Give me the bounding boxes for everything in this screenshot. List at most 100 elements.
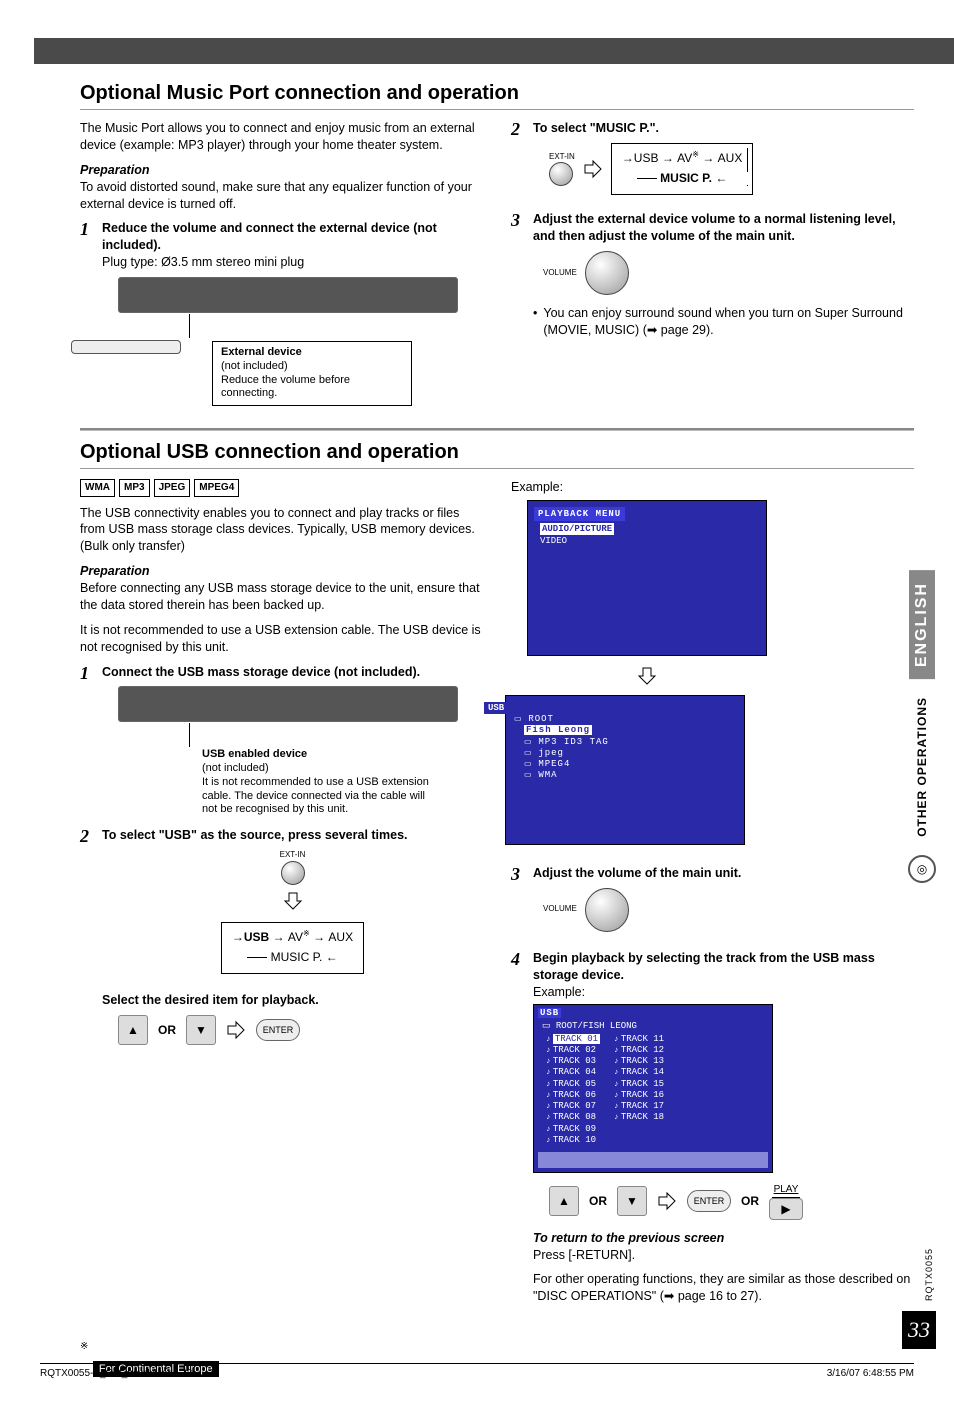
step-body: To select "USB" as the source, press sev… [102,827,483,1053]
preparation-block: Preparation To avoid distorted sound, ma… [80,162,483,213]
play-label: PLAY [772,1183,801,1198]
enter-button-icon: ENTER [256,1019,300,1041]
screen-tree: ROOT Fish Leong MP3 ID3 TAG jpeg MPEG4 W… [512,714,738,782]
ext-in-button-icon [549,162,573,186]
or-text: OR [158,1022,176,1038]
volume-label: VOLUME [543,904,577,915]
bullet-text: You can enjoy surround sound when you tu… [543,305,914,339]
volume-row: VOLUME [543,888,914,932]
return-title: To return to the previous screen [533,1231,724,1245]
ext-in-vertical: EXT-IN →USB → AV※ → AUX [102,850,483,974]
external-device-callout: External device (not included) Reduce th… [212,341,412,406]
volume-knob-icon [585,888,629,932]
track-item: TRACK 06 [546,1090,600,1101]
section1-columns: The Music Port allows you to connect and… [80,120,914,414]
s2-step2: 2 To select "USB" as the source, press s… [80,827,483,1053]
footer-right: 3/16/07 6:48:55 PM [827,1368,914,1379]
step-number: 3 [511,211,525,339]
volume-row: VOLUME [543,251,914,295]
footnote-sup: ※ [692,150,699,159]
step-body: Connect the USB mass storage device (not… [102,664,483,820]
badge-wma: WMA [80,479,115,497]
callout-l2: Reduce the volume before connecting. [221,374,403,402]
nav-play-row: ▲ OR ▼ ENTER OR PLAY ▶ [549,1183,914,1220]
footer-left: RQTX0055-B_Out_new14.indd 33 [40,1368,192,1379]
nav-enter-row: ▲ OR ▼ ENTER [118,1015,483,1045]
callout-l1: (not included) [221,360,403,374]
step-body: Adjust the external device volume to a n… [533,211,914,339]
section2-left-col: WMA MP3 JPEG MPEG4 The USB connectivity … [80,479,483,1321]
section1-left-col: The Music Port allows you to connect and… [80,120,483,414]
s2-step4: 4 Begin playback by selecting the track … [511,950,914,1313]
track-item: TRACK 08 [546,1112,600,1123]
or-text: OR [741,1193,759,1209]
header-bar [34,38,954,64]
track-item: TRACK 18 [614,1112,664,1123]
selected-track: TRACK 01 [553,1034,600,1044]
s1-step1: 1 Reduce the volume and connect the exte… [80,220,483,406]
footnote-sup: ※ [303,929,310,938]
prep-text1: Before connecting any USB mass storage d… [80,581,480,612]
track-item: TRACK 09 [546,1124,600,1135]
track-item: TRACK 16 [614,1090,664,1101]
track-item: TRACK 14 [614,1067,664,1078]
cycle-usb: USB [634,151,659,165]
playback-menu-screen: PLAYBACK MENU AUDIO/PICTURE VIDEO [527,500,767,656]
screen-body: AUDIO/PICTURE VIDEO [534,523,760,633]
selected-folder: Fish Leong [524,725,592,735]
cycle2-music: MUSIC P. [271,950,323,964]
callout-title: External device [221,346,403,360]
tree-item: WMA [514,770,738,781]
ext-in-label: EXT-IN [549,152,575,163]
usb-tree-screen: USB ROOT Fish Leong MP3 ID3 TAG jpeg MPE… [505,695,745,845]
play-button-icon: ▶ [769,1198,803,1220]
tree-item: jpeg [514,748,738,759]
badge-jpeg: JPEG [154,479,191,497]
cycle-av: AV [677,151,692,165]
cable-line [189,314,190,338]
badge-mpeg4: MPEG4 [194,479,239,497]
prep-label: Preparation [80,163,149,177]
section1-intro: The Music Port allows you to connect and… [80,120,483,154]
device-diagram [118,277,458,313]
up-button-icon: ▲ [118,1015,148,1045]
usb-device-callout: USB enabled device (not included) It is … [202,746,432,819]
s2-step4-title: Begin playback by selecting the track fr… [533,950,914,984]
tracks-grid: TRACK 01 TRACK 02 TRACK 03 TRACK 04 TRAC… [538,1032,768,1149]
sidebar-other-ops: OTHER OPERATIONS [915,697,929,837]
step3-title: Adjust the external device volume to a n… [533,211,914,245]
track-item: TRACK 05 [546,1079,600,1090]
callout-title: USB enabled device [202,748,432,762]
sidebar-english-tab: ENGLISH [909,570,935,679]
return-text: Press [-RETURN]. [533,1248,635,1262]
step1-title: Reduce the volume and connect the extern… [102,220,483,254]
section1-title: Optional Music Port connection and opera… [80,82,914,105]
tree-item: MP3 ID3 TAG [514,737,738,748]
s2-step3: 3 Adjust the volume of the main unit. VO… [511,865,914,942]
screen-status-bar [538,1152,768,1168]
cycle2-aux: AUX [328,930,353,944]
step-number: 4 [511,950,525,1313]
or-text: OR [589,1193,607,1209]
track-item: TRACK 17 [614,1101,664,1112]
section-divider [80,428,914,431]
track-list-screen: USB ▭ ROOT/FISH LEONG TRACK 01 TRACK 02 … [533,1004,773,1173]
step-number: 2 [511,120,525,203]
screen-title: PLAYBACK MENU [534,507,625,521]
s2-step1-title: Connect the USB mass storage device (not… [102,664,483,681]
step-number: 3 [511,865,525,942]
arrow-down-icon [527,666,767,691]
callout-l2: It is not recommended to use a USB exten… [202,776,432,817]
step-body: To select "MUSIC P.". EXT-IN →USB → AV※ … [533,120,914,203]
screens-stack: PLAYBACK MENU AUDIO/PICTURE VIDEO USB [527,500,914,851]
return-block: To return to the previous screen Press [… [533,1230,914,1264]
volume-knob-icon [585,251,629,295]
step-number: 1 [80,220,94,406]
badge-mp3: MP3 [119,479,150,497]
section2-right-col: Example: PLAYBACK MENU AUDIO/PICTURE VID… [511,479,914,1321]
screen-box: PLAYBACK MENU AUDIO/PICTURE VIDEO [527,500,767,656]
prep-text: To avoid distorted sound, make sure that… [80,180,472,211]
track-item: TRACK 11 [614,1034,664,1045]
step1-sub: Plug type: Ø3.5 mm stereo mini plug [102,254,483,271]
arrow-down-icon [283,891,303,916]
